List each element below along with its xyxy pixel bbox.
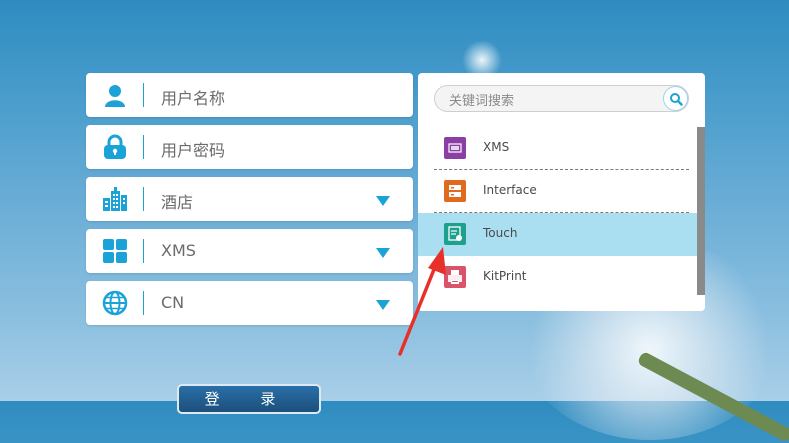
annotation-arrow-icon [398, 247, 446, 356]
